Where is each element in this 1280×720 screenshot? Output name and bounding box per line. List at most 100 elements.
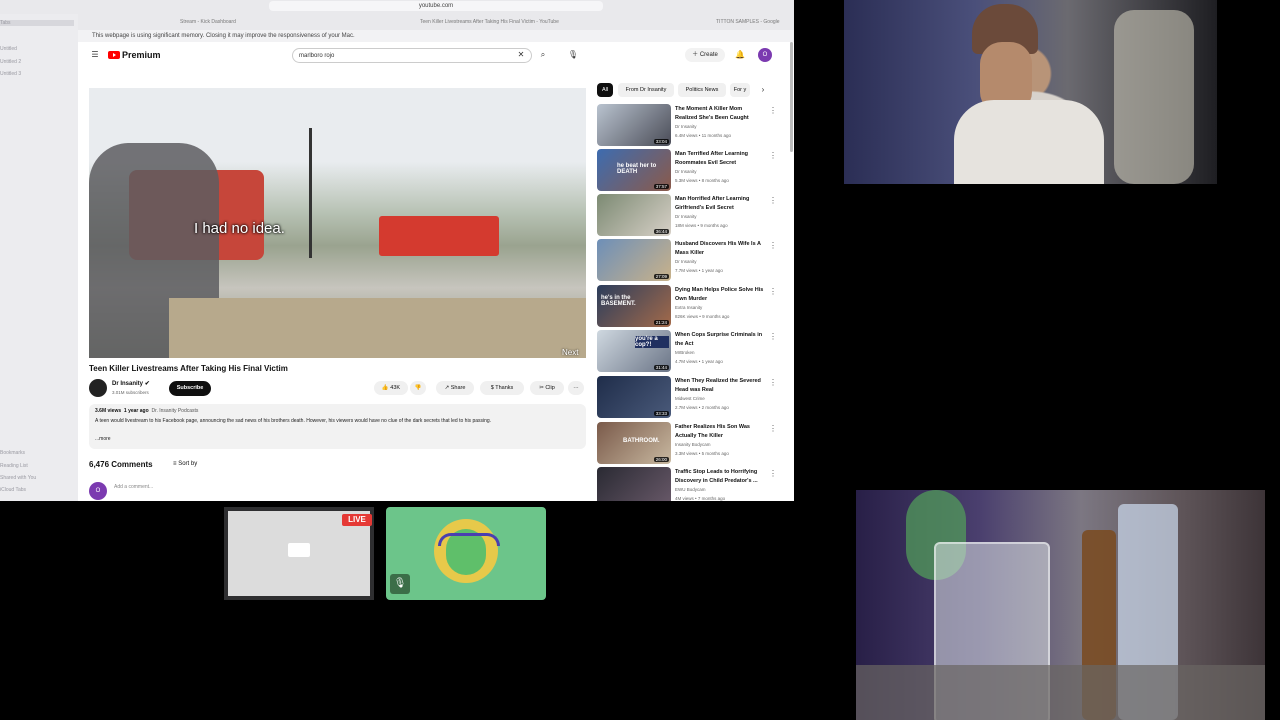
recommendation-item[interactable]: he's in the BASEMENT. 21:24 Dying Man Hel… <box>597 285 787 328</box>
sort-icon: ≡ <box>173 461 177 467</box>
channel-name[interactable]: Dr Insanity ✔ <box>112 380 150 387</box>
recommendation-item[interactable]: 33:04 The Moment A Killer Mom Realized S… <box>597 104 787 147</box>
channel-avatar[interactable] <box>89 379 107 397</box>
notifications-bell-icon[interactable]: 🔔 <box>733 48 747 62</box>
avatar-tile[interactable] <box>386 507 546 600</box>
sidebar-item[interactable]: Untitled 2 <box>0 59 21 65</box>
live-badge: LIVE <box>342 514 372 526</box>
more-vert-icon[interactable]: ⋮ <box>769 378 777 387</box>
rec-meta: 2.7M views • 2 months ago <box>675 405 729 410</box>
subscribe-button[interactable]: Subscribe <box>169 381 211 396</box>
youtube-logo[interactable]: Premium <box>108 50 161 60</box>
microphone-icon[interactable]: 🎙 <box>566 48 580 62</box>
rec-meta: 4M views • 7 months ago <box>675 496 726 501</box>
add-comment-input[interactable]: Add a comment... <box>114 484 153 490</box>
rec-meta: 5.3M views • 8 months ago <box>675 178 729 183</box>
share-button[interactable]: ↗ Share <box>436 381 474 395</box>
recommendation-item[interactable]: 33:33 When They Realized the Severed Hea… <box>597 376 787 419</box>
recommendation-item[interactable]: BATHROOM. 26:00 Father Realizes His Son W… <box>597 422 787 465</box>
fire-truck <box>379 216 499 256</box>
sidebar-item-shared[interactable]: Shared with You <box>0 475 36 481</box>
browser-tab[interactable]: TITTON SAMPLES - Google <box>716 16 792 28</box>
more-vert-icon[interactable]: ⋮ <box>769 241 777 250</box>
page-scrollbar[interactable] <box>790 42 793 152</box>
rec-title: Dying Man Helps Police Solve His Own Mur… <box>675 287 764 302</box>
recommendation-item[interactable]: Traffic Stop Leads to Horrifying Discove… <box>597 467 787 501</box>
search-input[interactable]: marlboro rojo <box>292 48 532 63</box>
chip-for-you[interactable]: For y <box>730 83 750 97</box>
safari-sidebar: Tabs Untitled Untitled 2 Untitled 3 Book… <box>0 14 78 501</box>
sidebar-item-tabs[interactable]: Tabs <box>0 20 74 26</box>
recommendation-item[interactable]: he beat her to DEATH 37:57 Man Terrified … <box>597 149 787 192</box>
video-thumbnail: he's in the BASEMENT. 21:24 <box>597 285 671 327</box>
account-avatar[interactable]: O <box>758 48 772 62</box>
chip-from-dr-insanity[interactable]: From Dr Insanity <box>618 83 674 97</box>
webcam-feed-table <box>856 490 1265 720</box>
rec-channel: Dr Insanity <box>675 124 697 129</box>
video-thumbnail: you're a cop?! 31:44 <box>597 330 671 372</box>
sort-comments-button[interactable]: ≡ Sort by <box>173 461 197 467</box>
video-thumbnail: 36:44 <box>597 194 671 236</box>
more-vert-icon[interactable]: ⋮ <box>769 332 777 341</box>
webcam-feed-streamer <box>844 0 1217 184</box>
more-vert-icon[interactable]: ⋮ <box>769 151 777 160</box>
recommendation-item[interactable]: 27:09 Husband Discovers His Wife Is A Ma… <box>597 239 787 282</box>
white-shirt <box>954 100 1104 184</box>
gaming-chair <box>1114 10 1194 184</box>
video-top-strip <box>89 78 586 88</box>
chip-all[interactable]: All <box>597 83 613 97</box>
rec-meta: 6.4M views • 11 months ago <box>675 133 732 138</box>
subscriber-count: 3.01M subscribers <box>112 390 149 395</box>
sidebar-item-icloud-tabs[interactable]: iCloud Tabs <box>0 487 26 493</box>
thanks-button[interactable]: $ Thanks <box>480 381 524 395</box>
video-thumbnail: he beat her to DEATH 37:57 <box>597 149 671 191</box>
rec-title: Father Realizes His Son Was Actually The… <box>675 424 750 439</box>
create-button[interactable]: ＋ Create <box>685 48 725 62</box>
search-icon[interactable]: ⌕ <box>536 48 550 62</box>
chevron-right-icon[interactable]: › <box>758 83 768 97</box>
thumbs-down-icon: 👎 <box>414 385 422 391</box>
clear-search-icon[interactable]: ✕ <box>514 48 528 62</box>
rec-meta: 4.7M views • 1 year ago <box>675 359 723 364</box>
more-vert-icon[interactable]: ⋮ <box>769 469 777 478</box>
sidebar-item-reading-list[interactable]: Reading List <box>0 463 28 469</box>
video-thumbnail: 27:09 <box>597 239 671 281</box>
sidebar-item-bookmarks[interactable]: Bookmarks <box>0 450 25 456</box>
description-text: A teen would livestream to his Facebook … <box>95 418 492 424</box>
rec-meta: 3.3M views • 5 months ago <box>675 451 729 456</box>
more-vert-icon[interactable]: ⋮ <box>769 196 777 205</box>
clip-button[interactable]: ✂ Clip <box>530 381 564 395</box>
recommendation-item[interactable]: you're a cop?! 31:44 When Cops Surprise C… <box>597 330 787 373</box>
rec-meta: 18M views • 9 months ago <box>675 223 728 228</box>
sidebar-item[interactable]: Untitled 3 <box>0 71 21 77</box>
video-thumbnail <box>597 467 671 501</box>
hamburger-menu-icon[interactable]: ☰ <box>88 48 102 62</box>
like-button[interactable]: 👍 43K <box>374 381 408 395</box>
rec-channel: Extra Insanity <box>675 305 703 310</box>
video-description[interactable]: 3.6M views 1 year ago Dr. Insanity Podca… <box>89 404 586 449</box>
more-vert-icon[interactable]: ⋮ <box>769 424 777 433</box>
rec-title: The Moment A Killer Mom Realized She's B… <box>675 106 749 121</box>
chip-politics-news[interactable]: Politics News <box>678 83 726 97</box>
more-vert-icon[interactable]: ⋮ <box>769 106 777 115</box>
browser-tab-bar: youtube.com Stream - Kick Dashboard Teen… <box>0 0 794 30</box>
comment-avatar: O <box>89 482 107 500</box>
muted-mic-icon[interactable]: 🎙 <box>390 574 410 594</box>
more-actions-button[interactable]: ··· <box>568 381 584 395</box>
description-meta: 3.6M views 1 year ago Dr. Insanity Podca… <box>95 408 199 414</box>
browser-tab-active[interactable]: Teen Killer Livestreams After Taking His… <box>420 16 620 28</box>
browser-tab[interactable]: Stream - Kick Dashboard <box>180 16 350 28</box>
rec-channel: Insanity Bodycam <box>675 442 711 447</box>
rec-title: When Cops Surprise Criminals in the Act <box>675 332 763 347</box>
rec-channel: EWU Bodycam <box>675 487 706 492</box>
dislike-button[interactable]: 👎 <box>410 381 426 395</box>
video-caption: I had no idea. <box>194 220 285 237</box>
sidebar-item[interactable]: Untitled <box>0 46 17 52</box>
video-player[interactable]: I had no idea. Next <box>89 78 586 358</box>
address-bar[interactable]: youtube.com <box>269 1 603 11</box>
recommendation-item[interactable]: 36:44 Man Horrified After Learning Girlf… <box>597 194 787 237</box>
memory-warning-text: This webpage is using significant memory… <box>92 33 355 39</box>
rec-title: Husband Discovers His Wife Is A Mass Kil… <box>675 241 761 256</box>
description-more-link[interactable]: ...more <box>95 436 111 442</box>
more-vert-icon[interactable]: ⋮ <box>769 287 777 296</box>
